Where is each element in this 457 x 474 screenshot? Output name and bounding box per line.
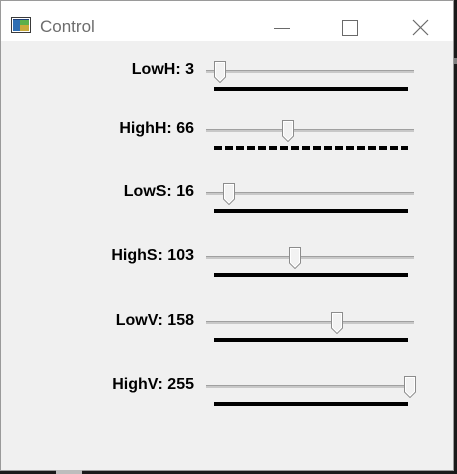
- slider-groove-shade: [206, 257, 414, 259]
- trackbar-slider[interactable]: [206, 120, 414, 142]
- title-bar[interactable]: Control: [1, 1, 453, 41]
- slider-underline: [214, 338, 408, 342]
- trackbar-slider[interactable]: [206, 376, 416, 398]
- trackbar-row: HighV: 255: [1, 375, 455, 439]
- resize-grip[interactable]: [56, 470, 82, 474]
- minimize-icon: [274, 28, 290, 29]
- trackbar-slider[interactable]: [206, 183, 414, 205]
- trackbar-slider[interactable]: [206, 247, 414, 269]
- control-window: Control LowH: 3 HighH: 66 LowS: 16 HighS: 1…: [0, 0, 454, 471]
- slider-underline: [214, 273, 408, 277]
- trackbar-row: LowV: 158: [1, 311, 455, 375]
- slider-thumb[interactable]: [330, 312, 343, 334]
- trackbar-row: HighH: 66: [1, 119, 455, 183]
- slider-underline: [214, 402, 408, 406]
- slider-thumb[interactable]: [223, 183, 236, 205]
- slider-groove-shade: [206, 322, 414, 324]
- trackbar-label: HighV: 255: [112, 376, 194, 393]
- minimize-button[interactable]: [259, 1, 305, 41]
- slider-underline: [214, 87, 408, 91]
- window-title: Control: [40, 17, 95, 36]
- trackbar-label: LowV: 158: [115, 312, 194, 329]
- close-button[interactable]: [397, 1, 443, 41]
- trackbar-label: LowS: 16: [123, 183, 194, 200]
- maximize-icon: [342, 20, 358, 36]
- trackbar-label: LowH: 3: [131, 61, 194, 78]
- trackbar-row: LowS: 16: [1, 182, 455, 246]
- maximize-button[interactable]: [326, 1, 372, 41]
- slider-underline: [214, 209, 408, 213]
- slider-groove-shade: [206, 386, 414, 388]
- slider-thumb[interactable]: [282, 120, 295, 142]
- slider-thumb[interactable]: [214, 61, 227, 83]
- trackbar-slider[interactable]: [206, 61, 414, 83]
- trackbar-label: HighS: 103: [111, 247, 194, 264]
- slider-thumb[interactable]: [404, 376, 416, 398]
- trackbar-row: HighS: 103: [1, 246, 455, 310]
- slider-groove-shade: [206, 71, 414, 73]
- trackbar-row: LowH: 3: [1, 60, 455, 124]
- slider-thumb[interactable]: [288, 247, 301, 269]
- slider-groove-shade: [206, 193, 414, 195]
- trackbar-slider[interactable]: [206, 312, 414, 334]
- slider-groove-shade: [206, 130, 414, 132]
- trackbar-label: HighH: 66: [119, 120, 194, 137]
- focus-underline: [214, 146, 408, 150]
- close-icon: [412, 19, 429, 36]
- app-window-icon: [11, 17, 31, 33]
